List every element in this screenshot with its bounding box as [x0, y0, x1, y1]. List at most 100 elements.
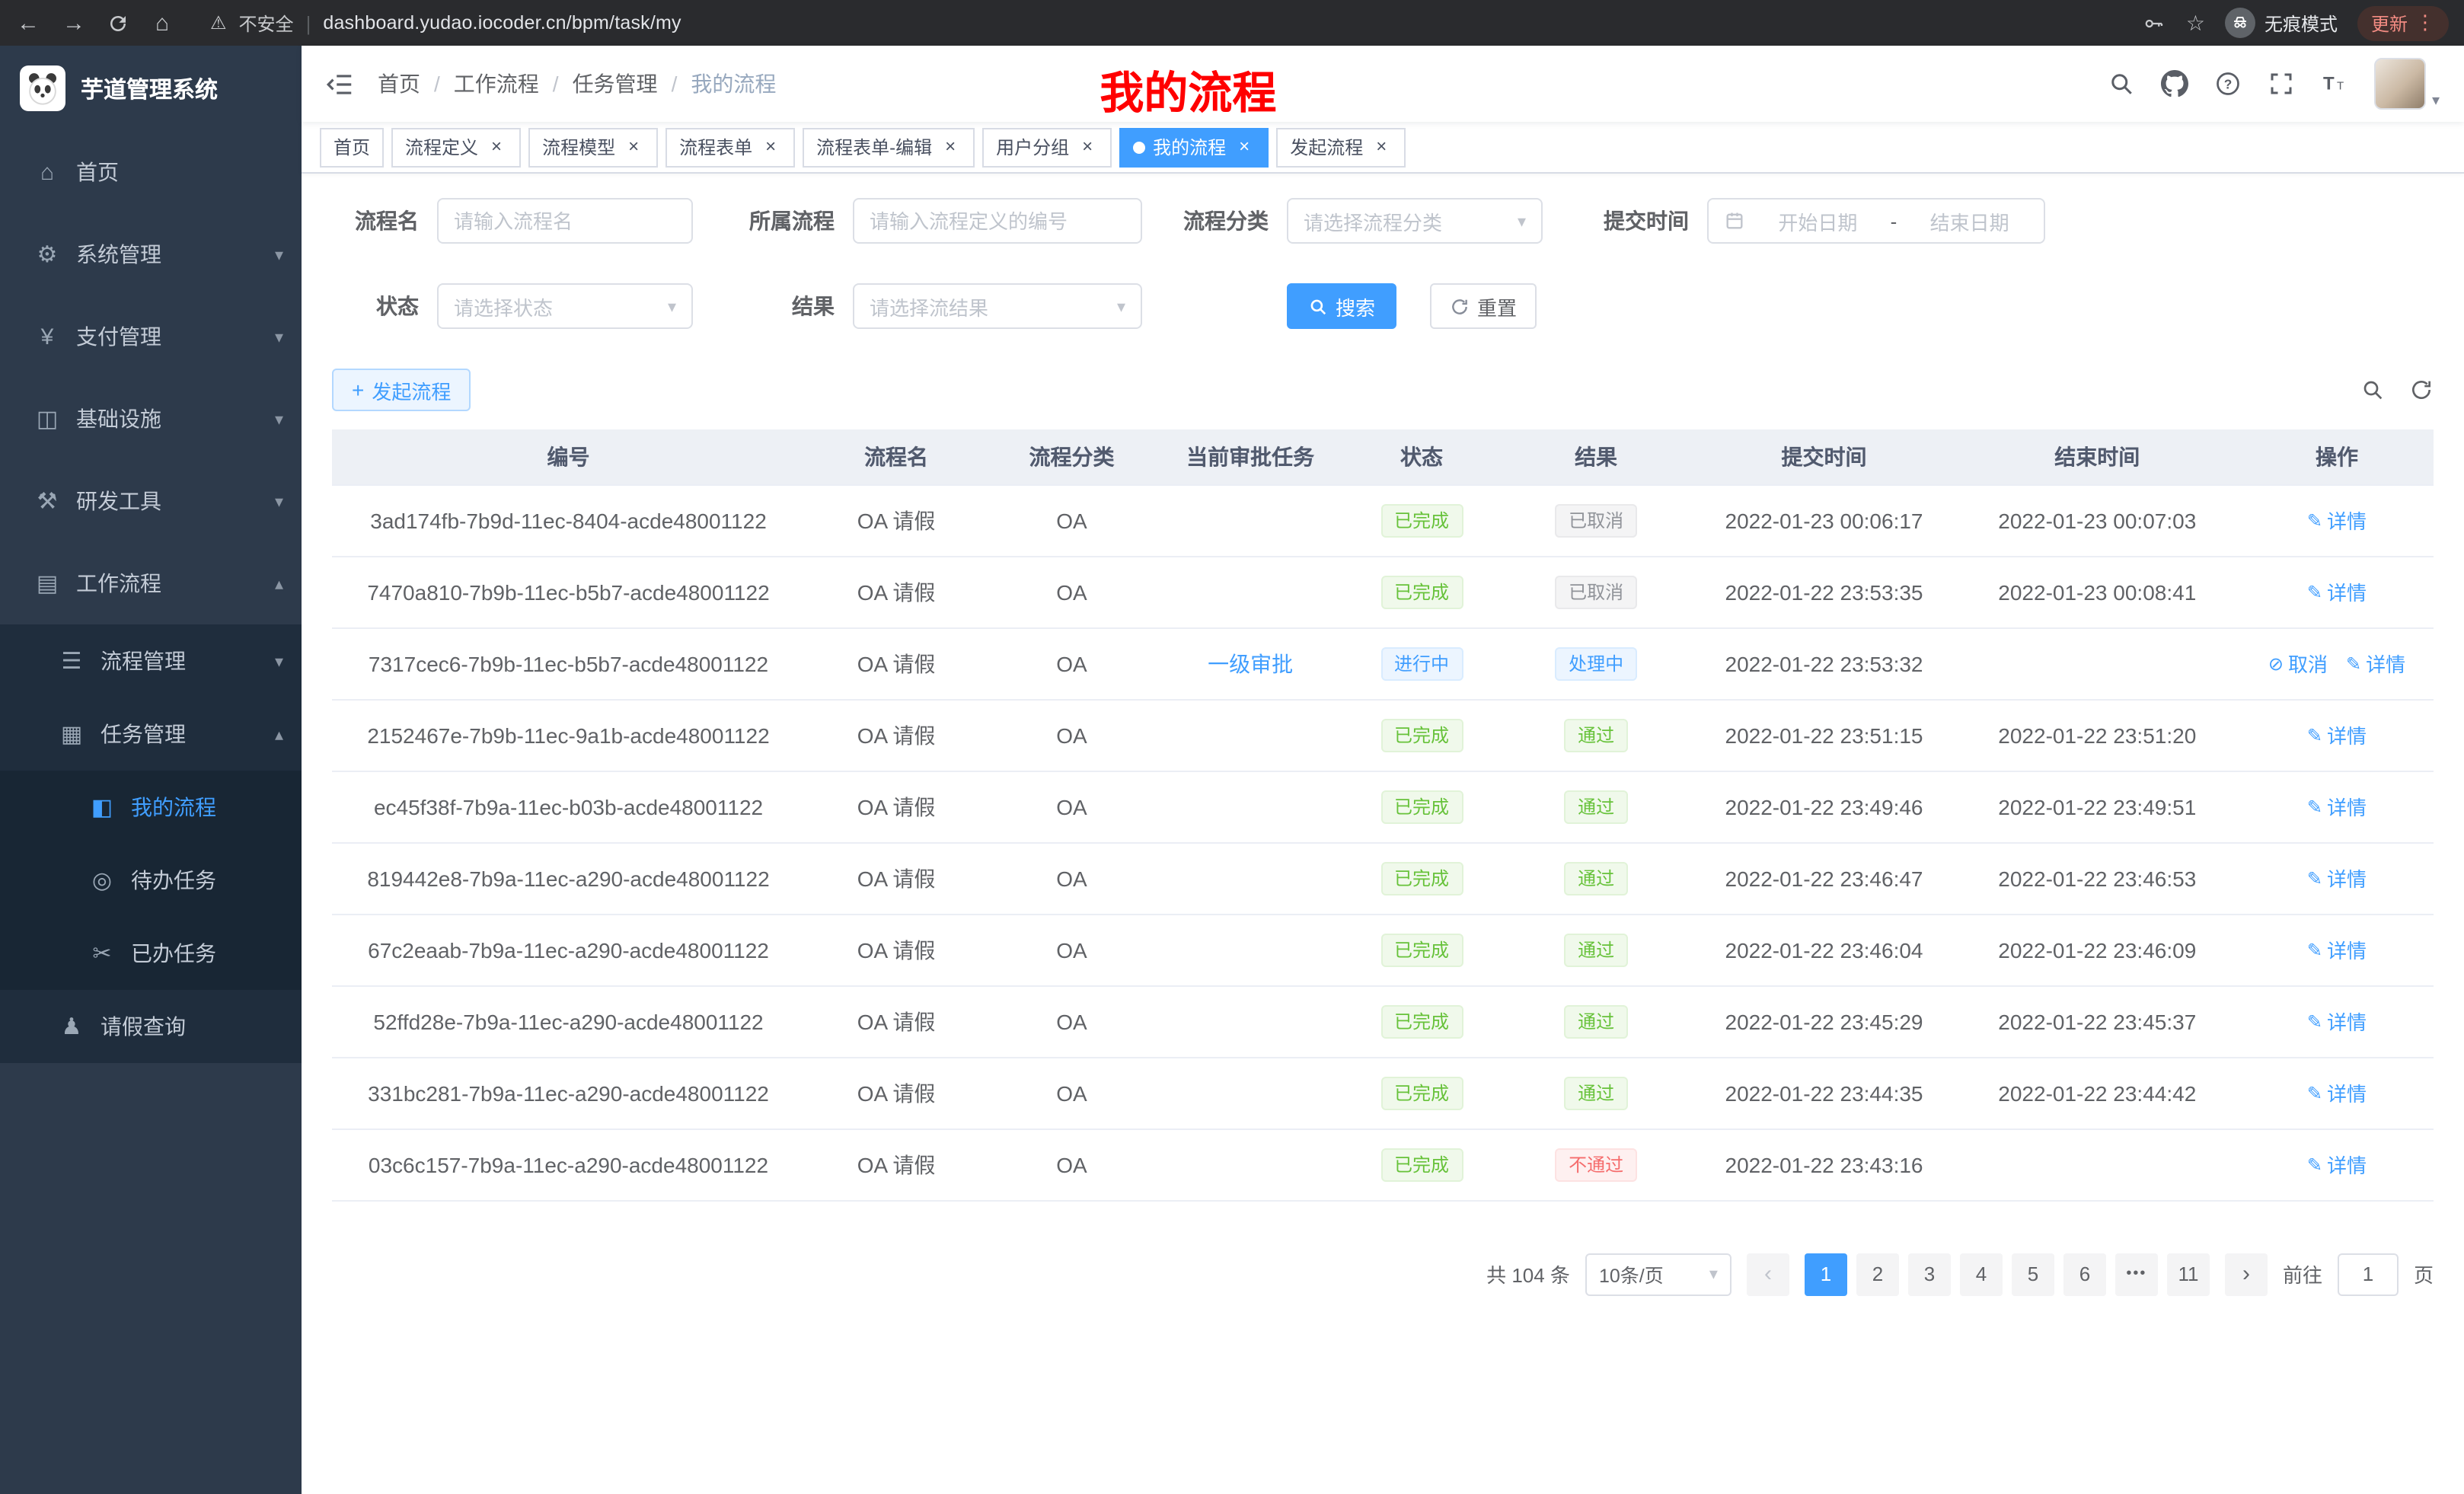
infra-icon: ◫	[34, 405, 61, 433]
result-select[interactable]: 请选择流结果 ▾	[853, 283, 1142, 329]
cell-submit-time: 2022-01-23 00:06:17	[1693, 484, 1954, 556]
avatar[interactable]	[2374, 58, 2426, 110]
sidebar-item-devtools[interactable]: ⚒研发工具▾	[0, 460, 302, 542]
process-name-input[interactable]	[437, 198, 693, 244]
sidebar-item-task-mgmt[interactable]: ▦任务管理▴	[0, 698, 302, 771]
payment-icon: ¥	[34, 324, 61, 350]
status-badge: 已完成	[1380, 1076, 1463, 1109]
refresh-icon[interactable]	[2409, 378, 2434, 402]
cancel-link[interactable]: ⊘取消	[2268, 649, 2328, 678]
create-process-button[interactable]: + 发起流程	[332, 369, 471, 411]
cell-status: 已完成	[1345, 484, 1498, 556]
detail-link[interactable]: ✎详情	[2307, 792, 2367, 821]
tab-process-form-edit[interactable]: 流程表单-编辑×	[803, 127, 975, 167]
sidebar-item-payment[interactable]: ¥支付管理▾	[0, 295, 302, 378]
page-button[interactable]: 5	[2012, 1253, 2054, 1295]
help-icon[interactable]: ?	[2214, 70, 2242, 97]
close-icon[interactable]: ×	[1234, 136, 1255, 158]
sidebar-item-home[interactable]: ⌂首页	[0, 131, 302, 213]
forward-icon[interactable]: →	[61, 10, 87, 36]
page-button[interactable]: 11	[2167, 1253, 2210, 1295]
search-icon[interactable]	[2108, 70, 2135, 97]
table-row: 7317cec6-7b9b-11ec-b5b7-acde48001122OA 请…	[332, 627, 2434, 699]
user-menu[interactable]: ▾	[2374, 58, 2440, 110]
sidebar-item-process-mgmt[interactable]: ☰流程管理▾	[0, 624, 302, 698]
close-icon[interactable]: ×	[1077, 136, 1098, 158]
detail-link[interactable]: ✎详情	[2307, 935, 2367, 964]
category-select[interactable]: 请选择流程分类 ▾	[1287, 198, 1543, 244]
detail-link[interactable]: ✎详情	[2307, 506, 2367, 535]
sidebar-item-system[interactable]: ⚙系统管理▾	[0, 213, 302, 295]
breadcrumb-item[interactable]: 首页	[378, 69, 420, 99]
hamburger-icon[interactable]	[326, 69, 355, 98]
page-button[interactable]: 4	[1960, 1253, 2003, 1295]
pagination-ellipsis[interactable]: •••	[2115, 1253, 2158, 1295]
page-button[interactable]: 1	[1805, 1253, 1847, 1295]
result-badge: 通过	[1564, 1004, 1628, 1038]
page-size-select[interactable]: 10条/页 ▾	[1585, 1253, 1732, 1295]
table-toolbar: + 发起流程	[332, 369, 2434, 411]
cell-actions: ✎详情	[2240, 1128, 2434, 1200]
fullscreen-icon[interactable]	[2268, 70, 2295, 97]
close-icon[interactable]: ×	[940, 136, 961, 158]
tab-process-form[interactable]: 流程表单×	[665, 127, 795, 167]
tab-label: 用户分组	[996, 134, 1069, 160]
edit-icon: ✎	[2307, 509, 2322, 531]
detail-link[interactable]: ✎详情	[2307, 577, 2367, 606]
page-button[interactable]: 6	[2063, 1253, 2106, 1295]
next-page-button[interactable]: ›	[2225, 1253, 2268, 1295]
breadcrumb-item: 我的流程	[691, 69, 776, 99]
sidebar-item-workflow[interactable]: ▤工作流程▴	[0, 542, 302, 624]
submit-time-range[interactable]: 开始日期 - 结束日期	[1707, 198, 2045, 244]
home-icon[interactable]: ⌂	[149, 10, 175, 36]
column-header: 状态	[1345, 429, 1498, 484]
detail-link[interactable]: ✎详情	[2307, 864, 2367, 892]
close-icon[interactable]: ×	[486, 136, 507, 158]
breadcrumb-item[interactable]: 工作流程	[454, 69, 539, 99]
current-task-link[interactable]: 一级审批	[1208, 651, 1293, 675]
update-button[interactable]: 更新 ⋮	[2357, 5, 2449, 40]
sidebar-item-my-process[interactable]: ◧我的流程	[0, 771, 302, 844]
reload-icon[interactable]	[107, 11, 129, 34]
page-button[interactable]: 3	[1908, 1253, 1951, 1295]
close-icon[interactable]: ×	[760, 136, 781, 158]
tab-process-model[interactable]: 流程模型×	[528, 127, 658, 167]
close-icon[interactable]: ×	[1371, 136, 1392, 158]
key-icon[interactable]	[2143, 11, 2166, 34]
bookmark-star-icon[interactable]: ☆	[2186, 10, 2205, 36]
font-size-icon[interactable]: T T	[2321, 70, 2348, 97]
sidebar-item-todo-tasks[interactable]: ◎待办任务	[0, 844, 302, 917]
edit-icon: ✎	[2307, 796, 2322, 817]
search-toggle-icon[interactable]	[2360, 378, 2385, 402]
detail-link[interactable]: ✎详情	[2307, 1150, 2367, 1179]
reset-button[interactable]: 重置	[1430, 283, 1537, 329]
detail-link[interactable]: ✎详情	[2307, 720, 2367, 749]
tab-process-definition[interactable]: 流程定义×	[391, 127, 521, 167]
tab-home[interactable]: 首页	[320, 127, 384, 167]
detail-link[interactable]: ✎详情	[2307, 1078, 2367, 1107]
incognito-profile-chip[interactable]: 无痕模式	[2225, 8, 2338, 38]
github-icon[interactable]	[2161, 70, 2188, 97]
close-icon[interactable]: ×	[623, 136, 644, 158]
sidebar-item-label: 研发工具	[76, 486, 260, 516]
tab-start-process[interactable]: 发起流程×	[1276, 127, 1406, 167]
sidebar: 芋道管理系统 ⌂首页⚙系统管理▾¥支付管理▾◫基础设施▾⚒研发工具▾▤工作流程▴…	[0, 46, 302, 1494]
search-button[interactable]: 搜索	[1287, 283, 1396, 329]
prev-page-button[interactable]: ‹	[1747, 1253, 1789, 1295]
goto-page-input[interactable]	[2338, 1253, 2399, 1295]
sidebar-item-leave-query[interactable]: ♟请假查询	[0, 990, 302, 1063]
tab-user-group[interactable]: 用户分组 ×	[982, 127, 1112, 167]
page-button[interactable]: 2	[1856, 1253, 1899, 1295]
breadcrumb-item[interactable]: 任务管理	[573, 69, 658, 99]
status-select[interactable]: 请选择状态 ▾	[437, 283, 693, 329]
sidebar-item-infra[interactable]: ◫基础设施▾	[0, 378, 302, 460]
detail-link[interactable]: ✎详情	[2346, 649, 2405, 678]
sidebar-item-done-tasks[interactable]: ✂已办任务	[0, 917, 302, 990]
address-bar[interactable]: ⚠ 不安全 | dashboard.yudao.iocoder.cn/bpm/t…	[210, 10, 2124, 36]
security-label: 不安全	[239, 10, 294, 36]
back-icon[interactable]: ←	[15, 10, 41, 36]
kebab-menu-icon[interactable]: ⋮	[2415, 11, 2435, 35]
tab-my-process[interactable]: 我的流程×	[1119, 127, 1269, 167]
detail-link[interactable]: ✎详情	[2307, 1007, 2367, 1036]
definition-input[interactable]	[853, 198, 1142, 244]
